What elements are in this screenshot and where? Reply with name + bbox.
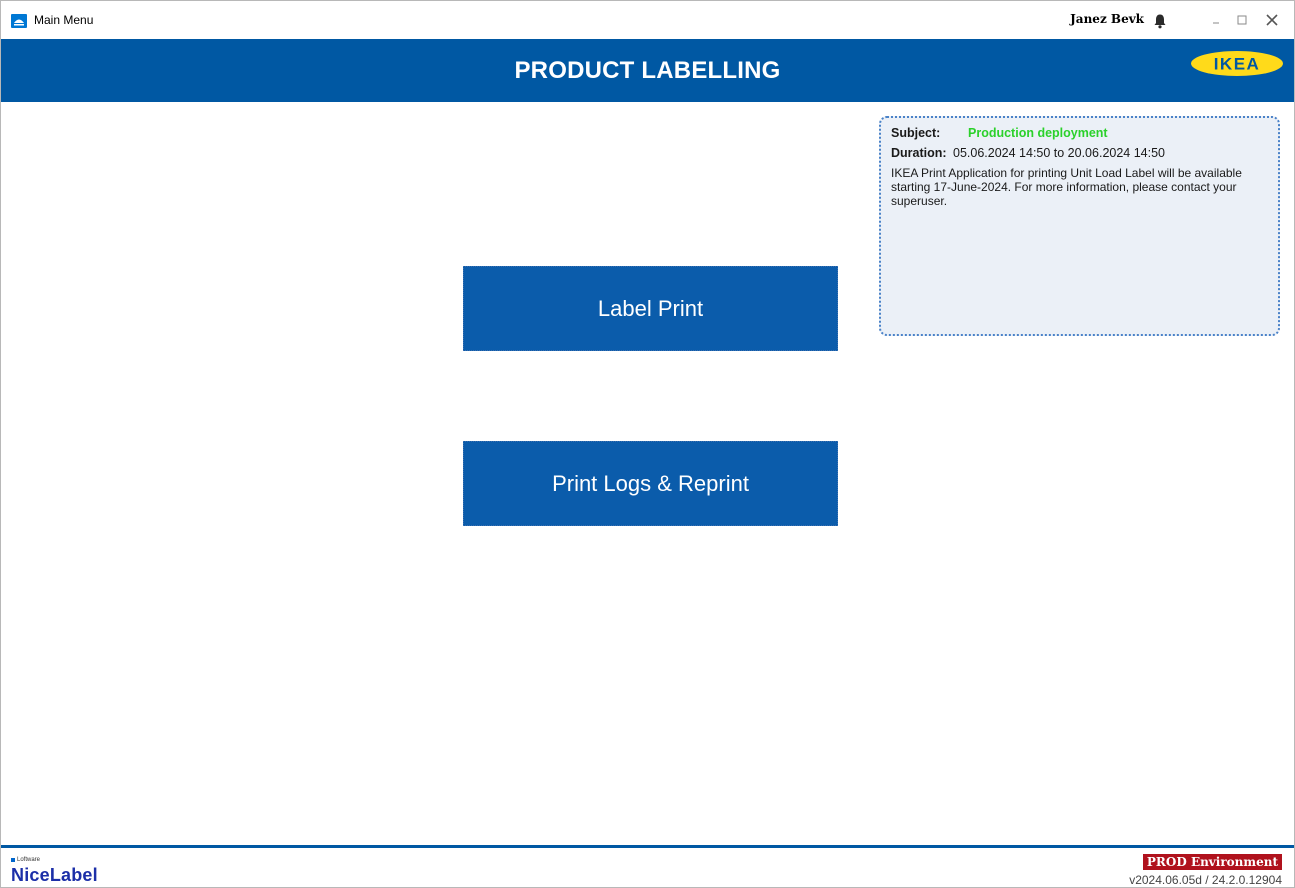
window-title: Main Menu [34,13,94,27]
maximize-icon [1237,15,1247,25]
title-bar: Main Menu Janez Bevk [1,1,1294,39]
subject-label: Subject: [891,126,941,140]
version-text: v2024.06.05d / 24.2.0.12904 [1129,873,1282,887]
notice-body: IKEA Print Application for printing Unit… [891,166,1242,208]
footer-divider [1,845,1294,848]
loftware-logo: Loftware [11,857,40,863]
close-button[interactable] [1260,9,1284,31]
label-print-button-label: Label Print [597,295,704,321]
print-logs-reprint-button-label: Print Logs & Reprint [552,470,749,496]
print-logs-reprint-button[interactable]: Print Logs & Reprint [463,441,838,526]
app-icon [11,14,27,28]
maximize-button[interactable] [1230,9,1254,31]
minimize-button[interactable] [1204,9,1228,31]
subject-value: Production deployment [968,126,1108,140]
label-print-button[interactable]: Label Print [463,266,838,351]
close-icon [1266,14,1278,26]
bell-icon[interactable] [1152,13,1168,29]
nicelabel-logo: NiceLabel [11,865,98,885]
notice-panel: Subject: Production deployment Duration: 0… [879,116,1280,336]
username[interactable]: Janez Bevk [1070,12,1144,26]
duration-label: Duration: [891,146,947,160]
ikea-logo: IKEA [1190,49,1284,78]
svg-text:IKEA: IKEA [1214,55,1261,74]
app-header: PRODUCT LABELLING IKEA [1,39,1294,102]
duration-value: 05.06.2024 14:50 to 20.06.2024 14:50 [953,146,1165,160]
notice-duration-row: Duration: 05.06.2024 14:50 to 20.06.2024 … [891,146,1268,160]
loftware-mark-icon [11,858,15,862]
loftware-text: Loftware [17,857,41,863]
app-window: Main Menu Janez Bevk PRODUCT LABELLING I… [0,0,1295,888]
minimize-icon [1213,22,1219,24]
page-title: PRODUCT LABELLING [514,57,781,84]
environment-badge: PROD Environment [1142,854,1282,870]
notice-subject-row: Subject: Production deployment [891,126,1268,140]
